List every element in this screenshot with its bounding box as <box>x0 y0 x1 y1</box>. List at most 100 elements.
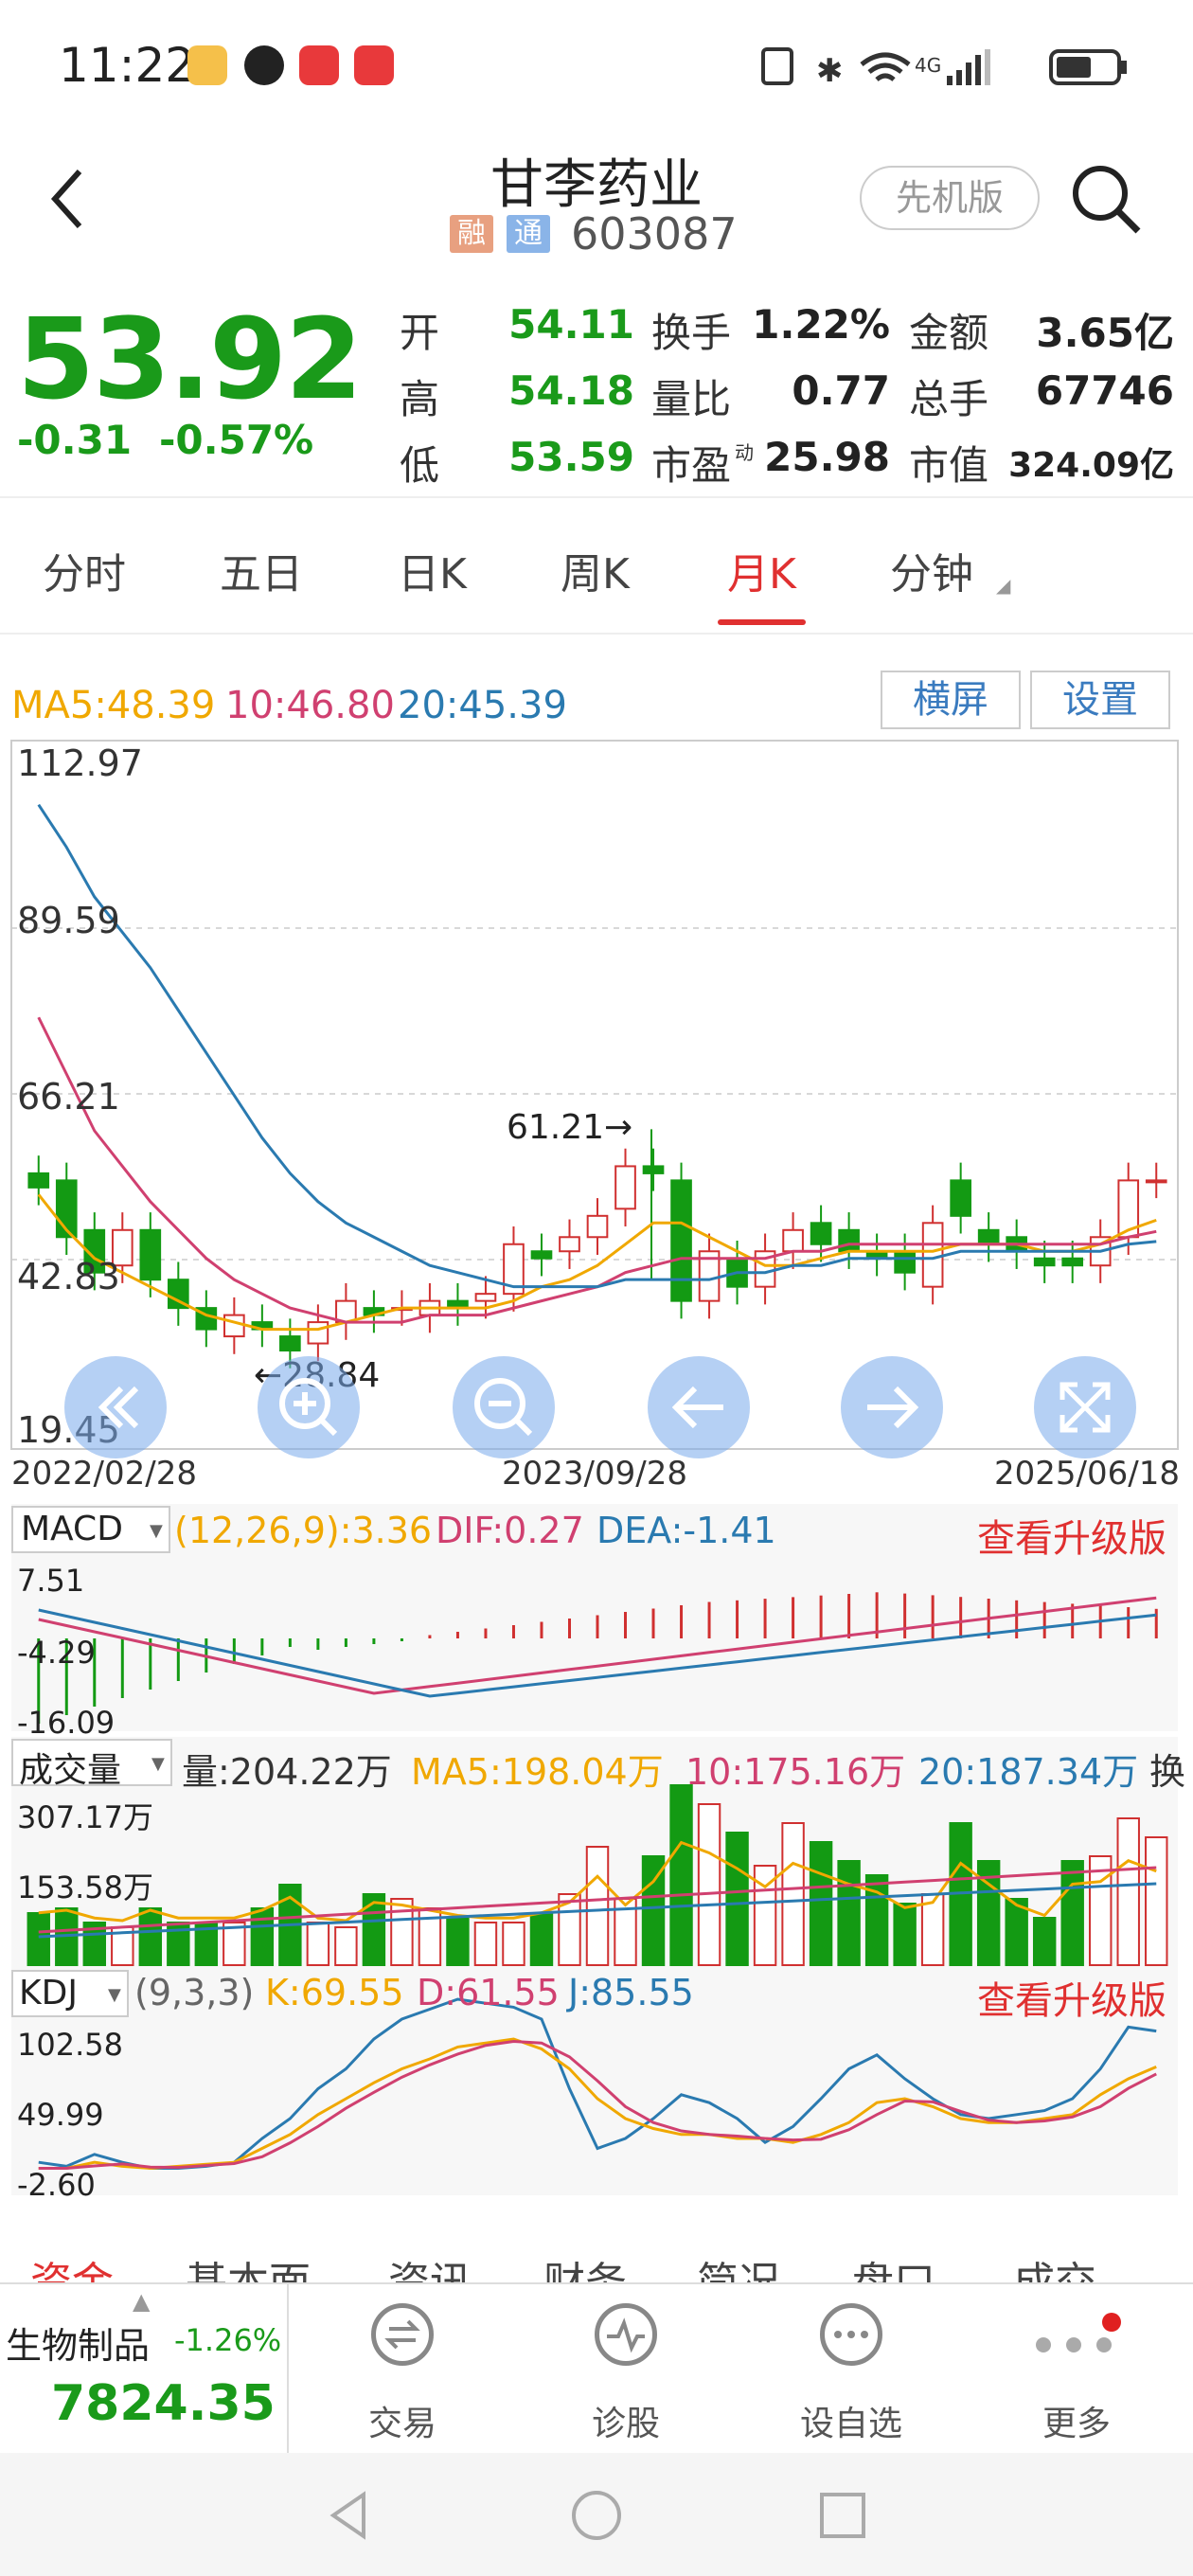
volume-bar <box>1116 1817 1140 1966</box>
stock-code: 603087 <box>571 208 738 259</box>
trade-button[interactable]: 交易 <box>331 2294 473 2445</box>
search-icon[interactable] <box>1068 161 1144 237</box>
macd-y-bottom: -16.09 <box>17 1705 116 1741</box>
sector-change: -1.26% <box>174 2322 282 2358</box>
settings-button[interactable]: 设置 <box>1030 671 1170 729</box>
macd-params: (12,26,9):3.36 <box>174 1510 433 1551</box>
kline-frame <box>10 740 1179 1450</box>
macd-upgrade-link[interactable]: 查看升级版 <box>977 1508 1166 1563</box>
candle <box>27 1172 50 1189</box>
margin-tag: 融 <box>450 215 493 253</box>
tab-intraday[interactable]: 分时 <box>43 540 126 625</box>
candle <box>894 1250 916 1274</box>
tab-funds[interactable]: 资金 <box>30 2248 114 2282</box>
volume-bar <box>1032 1917 1057 1966</box>
dropdown-icon: ▼ <box>150 1521 163 1541</box>
tab-fundamentals[interactable]: 基本面 <box>186 2248 311 2282</box>
clock: 11:22 <box>59 38 196 93</box>
turnover-value: 1.22% <box>752 301 890 348</box>
y-label-3: 66.21 <box>17 1076 120 1118</box>
pe-label: 市盈 <box>651 442 732 489</box>
candle <box>642 1165 665 1174</box>
volume-bar <box>809 1841 833 1966</box>
wifi-icon <box>860 52 911 81</box>
tab-monthly-k[interactable]: 月K <box>718 540 806 625</box>
volume-ma20: 20:187.34万 <box>918 1751 1139 1793</box>
total-hands-value: 67746 <box>1035 367 1174 414</box>
quote-panel: 53.92 -0.31 -0.57% 开 54.11 换手 1.22% 金额 3… <box>0 275 1193 498</box>
diagnose-button[interactable]: 诊股 <box>555 2294 697 2445</box>
tab-orderbook[interactable]: 盘口 <box>852 2248 935 2282</box>
volume-bar <box>725 1832 749 1966</box>
zoom-in-button[interactable] <box>258 1356 360 1458</box>
nav-recents-icon[interactable] <box>814 2487 871 2544</box>
volume-bar <box>362 1893 386 1966</box>
price-change-pct: -0.57% <box>159 417 314 463</box>
kdj-k: K:69.55 <box>265 1972 404 2013</box>
macd-dif: DIF:0.27 <box>436 1510 584 1551</box>
volume-y-top: 307.17万 <box>17 1799 153 1835</box>
landscape-button[interactable]: 横屏 <box>881 671 1021 729</box>
more-label: 更多 <box>1042 2405 1111 2443</box>
ma5-legend: MA5:48.39 <box>11 684 216 727</box>
candle <box>1061 1257 1084 1267</box>
kdj-name: KDJ <box>19 1974 78 2012</box>
kdj-params: (9,3,3) <box>134 1972 255 2013</box>
nav-home-icon[interactable] <box>568 2487 625 2544</box>
tab-trades[interactable]: 成交 <box>1013 2248 1096 2282</box>
zoom-out-button[interactable] <box>453 1356 555 1458</box>
volume-bar <box>446 1917 470 1966</box>
candle <box>474 1293 497 1302</box>
tab-finance[interactable]: 财务 <box>543 2248 627 2282</box>
volume-selector[interactable]: 成交量 ▼ <box>11 1739 172 1790</box>
volume-bar <box>669 1784 693 1966</box>
stock-header: 甘李药业 融 通 603087 先机版 <box>0 123 1193 265</box>
kline-chart <box>10 740 1179 1450</box>
tab-daily-k[interactable]: 日K <box>398 540 467 625</box>
y-label-4: 42.83 <box>17 1256 120 1297</box>
dropdown-triangle-icon: ◢ <box>996 574 1011 597</box>
candle <box>810 1222 832 1245</box>
more-button[interactable]: 更多 <box>1006 2294 1148 2445</box>
amount-label: 金额 <box>909 310 989 356</box>
old-version-button[interactable]: 先机版 <box>860 166 1040 230</box>
tab-news[interactable]: 资讯 <box>388 2248 472 2282</box>
add-watchlist-button[interactable]: 设自选 <box>780 2294 922 2445</box>
scroll-left-button[interactable] <box>648 1356 750 1458</box>
fullscreen-button[interactable] <box>1034 1356 1136 1458</box>
more-dots-icon <box>820 2303 882 2366</box>
candle <box>921 1222 944 1288</box>
market-cap-label: 市值 <box>909 442 989 489</box>
tab-minute[interactable]: 分钟 <box>890 540 973 625</box>
tab-five-day[interactable]: 五日 <box>220 540 303 625</box>
open-label: 开 <box>400 310 440 356</box>
x-label-mid: 2023/09/28 <box>502 1455 687 1493</box>
market-cap-value: 324.09亿 <box>1008 446 1174 485</box>
amount-value: 3.65亿 <box>1036 310 1174 356</box>
kdj-selector[interactable]: KDJ ▼ <box>11 1970 129 2017</box>
bluetooth-icon: ✱ <box>816 52 844 90</box>
volume-bar <box>697 1803 721 1966</box>
low-value: 53.59 <box>508 434 634 480</box>
y-label-top: 112.97 <box>17 742 143 784</box>
tab-weekly-k[interactable]: 周K <box>561 540 630 625</box>
tab-profile[interactable]: 简况 <box>697 2248 780 2282</box>
period-tabs: 分时 五日 日K 周K 月K 分钟 ◢ <box>0 511 1193 635</box>
scroll-left-fast-button[interactable] <box>64 1356 167 1458</box>
macd-name: MACD <box>21 1510 123 1548</box>
kdj-upgrade-link[interactable]: 查看升级版 <box>977 1970 1166 2025</box>
network-type-label: 4G <box>915 54 941 77</box>
candle <box>307 1321 329 1345</box>
nav-back-icon[interactable] <box>322 2487 379 2544</box>
scroll-right-button[interactable] <box>841 1356 943 1458</box>
volume-name: 成交量 <box>19 1751 122 1790</box>
sector-widget[interactable]: ▲ 生物制品 -1.26% 7824.35 <box>0 2284 289 2453</box>
dropdown-icon: ▼ <box>151 1754 165 1774</box>
total-hands-label: 总手 <box>909 376 989 422</box>
high-marker: 61.21→ <box>507 1108 633 1147</box>
connect-tag: 通 <box>507 215 550 253</box>
bottom-toolbar: ▲ 生物制品 -1.26% 7824.35 交易 诊股 设自选 更多 <box>0 2282 1193 2453</box>
low-label: 低 <box>400 442 440 489</box>
open-value: 54.11 <box>508 301 634 348</box>
macd-selector[interactable]: MACD ▼ <box>11 1506 170 1553</box>
